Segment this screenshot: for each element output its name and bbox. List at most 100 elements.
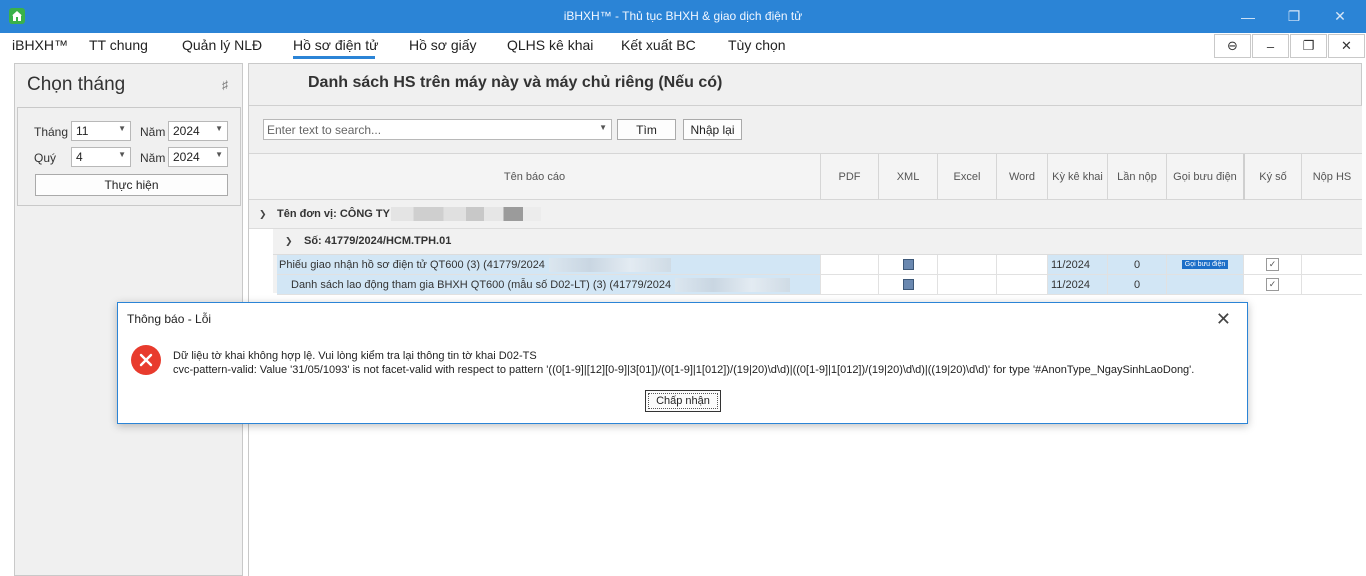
- xml-cell[interactable]: [878, 275, 937, 294]
- post-cell: [1166, 275, 1243, 294]
- nam2-label: Năm: [140, 151, 166, 165]
- search-input[interactable]: Enter text to search... ▼: [263, 119, 612, 140]
- col-excel[interactable]: Excel: [937, 154, 996, 200]
- error-icon: [131, 345, 161, 375]
- nam2-value: 2024: [173, 150, 200, 164]
- dialog-message-line1: Dữ liệu tờ khai không hợp lệ. Vui lòng k…: [173, 350, 537, 362]
- ky-so-cell: ✓: [1243, 255, 1301, 274]
- thang-label: Tháng: [34, 125, 69, 139]
- grid-header: Tên báo cáo PDF XML Excel Word Kỳ kê kha…: [249, 153, 1362, 200]
- group-so-label: Số: 41779/2024/HCM.TPH.01: [304, 235, 452, 247]
- filter-box: Tháng 11 ▼ Năm 2024 ▼ Quý 4 ▼ Năm 2024 ▼…: [17, 107, 241, 206]
- post-cell: Gọi bưu điện: [1166, 255, 1243, 274]
- error-dialog: Thông báo - Lỗi ✕ Dữ liệu tờ khai không …: [117, 302, 1248, 424]
- nop-hs-cell: [1301, 255, 1362, 274]
- word-cell: [996, 275, 1047, 294]
- search-area: Enter text to search... ▼ Tìm Nhập lại: [249, 105, 1362, 153]
- quy-select[interactable]: 4 ▼: [71, 147, 131, 167]
- reset-button[interactable]: Nhập lại: [683, 119, 742, 140]
- col-goi-buu-dien[interactable]: Gọi bưu điện: [1166, 154, 1243, 200]
- dialog-message-line2: cvc-pattern-valid: Value '31/05/1093' is…: [173, 364, 1195, 376]
- xml-file-icon[interactable]: [902, 279, 914, 290]
- group-unit-label: Tên đơn vị: CÔNG TY: [277, 208, 390, 220]
- dialog-title: Thông báo - Lỗi: [127, 312, 212, 326]
- restore-icon[interactable]: ❐: [1271, 0, 1317, 33]
- run-button[interactable]: Thực hiện: [35, 174, 228, 196]
- group-row-so[interactable]: ❯ Số: 41779/2024/HCM.TPH.01: [273, 229, 1362, 255]
- xml-file-icon[interactable]: [902, 259, 914, 270]
- menu-ho-so-dien-tu[interactable]: Hồ sơ điện tử: [293, 37, 378, 53]
- chevron-down-icon: ▼: [599, 123, 607, 132]
- menu-ibhxh[interactable]: iBHXH™: [12, 37, 68, 53]
- quy-label: Quý: [34, 151, 57, 165]
- col-pdf[interactable]: PDF: [820, 154, 878, 200]
- lan-nop-cell: 0: [1107, 255, 1166, 274]
- col-lan-nop[interactable]: Lần nộp: [1107, 154, 1166, 200]
- chevron-down-icon: ▼: [215, 124, 223, 133]
- active-menu-indicator: [293, 56, 375, 59]
- close-icon[interactable]: ✕: [1317, 0, 1363, 33]
- close-icon[interactable]: ✕: [1216, 309, 1231, 330]
- redacted-text: [675, 278, 790, 292]
- xml-cell[interactable]: [878, 255, 937, 274]
- table-row[interactable]: Danh sách lao động tham gia BHXH QT600 (…: [277, 275, 1362, 295]
- nam-value: 2024: [173, 124, 200, 138]
- nam-select[interactable]: 2024 ▼: [168, 121, 228, 141]
- panel-title: Chọn tháng: [27, 74, 126, 95]
- col-xml[interactable]: XML: [878, 154, 937, 200]
- accept-button[interactable]: Chấp nhận: [645, 390, 721, 412]
- mdi-close-icon[interactable]: ✕: [1328, 34, 1365, 58]
- redacted-text: [549, 258, 671, 272]
- excel-cell: [937, 255, 996, 274]
- ky-ke-khai-cell: 11/2024: [1047, 275, 1107, 294]
- ky-so-cell: ✓: [1243, 275, 1301, 294]
- report-name: Phiếu giao nhận hồ sơ điện tử QT600 (3) …: [279, 258, 545, 271]
- window-title: iBHXH™ - Thủ tục BHXH & giao dịch điện t…: [563, 9, 803, 23]
- pin-icon[interactable]: ♯: [222, 78, 228, 92]
- report-name: Danh sách lao động tham gia BHXH QT600 (…: [291, 278, 672, 291]
- nop-hs-cell: [1301, 275, 1362, 294]
- excel-cell: [937, 275, 996, 294]
- menu-tt-chung[interactable]: TT chung: [89, 37, 148, 53]
- redacted-company-name: [391, 207, 541, 221]
- menu-tuy-chon[interactable]: Tùy chọn: [728, 37, 786, 53]
- chevron-down-icon: ▼: [118, 150, 126, 159]
- col-nop-hs[interactable]: Nộp HS: [1301, 154, 1362, 200]
- search-placeholder: Enter text to search...: [267, 123, 382, 137]
- col-ten-bao-cao[interactable]: Tên báo cáo: [249, 154, 820, 200]
- chevron-down-icon: ▼: [118, 124, 126, 133]
- mdi-minus-circle-icon[interactable]: ⊖: [1214, 34, 1251, 58]
- ky-ke-khai-cell: 11/2024: [1047, 255, 1107, 274]
- minimize-icon[interactable]: —: [1225, 0, 1271, 33]
- nam2-select[interactable]: 2024 ▼: [168, 147, 228, 167]
- goi-buu-dien-badge[interactable]: Gọi bưu điện: [1181, 260, 1229, 269]
- thang-value: 11: [76, 124, 89, 138]
- group-row-unit[interactable]: ❯ Tên đơn vị: CÔNG TY: [249, 200, 1362, 229]
- table-row[interactable]: Phiếu giao nhận hồ sơ điện tử QT600 (3) …: [277, 255, 1362, 275]
- menu-bar: iBHXH™ TT chung Quản lý NLĐ Hồ sơ điện t…: [0, 33, 1366, 60]
- chevron-down-icon: ▼: [215, 150, 223, 159]
- signed-checkbox[interactable]: ✓: [1266, 258, 1279, 271]
- word-cell: [996, 255, 1047, 274]
- nam-label: Năm: [140, 125, 166, 139]
- chevron-down-icon[interactable]: ❯: [285, 236, 293, 247]
- mdi-restore-icon[interactable]: ❐: [1290, 34, 1327, 58]
- title-bar: iBHXH™ - Thủ tục BHXH & giao dịch điện t…: [0, 0, 1366, 33]
- menu-quan-ly-nld[interactable]: Quản lý NLĐ: [182, 37, 262, 53]
- menu-ho-so-giay[interactable]: Hồ sơ giấy: [409, 37, 477, 53]
- lan-nop-cell: 0: [1107, 275, 1166, 294]
- col-ky-so[interactable]: Ký số: [1243, 154, 1301, 200]
- thang-select[interactable]: 11 ▼: [71, 121, 131, 141]
- pdf-cell: [820, 275, 878, 294]
- chevron-down-icon[interactable]: ❯: [259, 209, 267, 220]
- pdf-cell: [820, 255, 878, 274]
- col-word[interactable]: Word: [996, 154, 1047, 200]
- menu-qlhs-ke-khai[interactable]: QLHS kê khai: [507, 37, 593, 53]
- menu-ket-xuat-bc[interactable]: Kết xuất BC: [621, 37, 696, 53]
- col-ky-ke-khai[interactable]: Kỳ kê khai: [1047, 154, 1107, 200]
- signed-checkbox[interactable]: ✓: [1266, 278, 1279, 291]
- mdi-minimize-icon[interactable]: –: [1252, 34, 1289, 58]
- dialog-message: Dữ liệu tờ khai không hợp lệ. Vui lòng k…: [173, 349, 1194, 377]
- quy-value: 4: [76, 150, 83, 164]
- search-button[interactable]: Tìm: [617, 119, 676, 140]
